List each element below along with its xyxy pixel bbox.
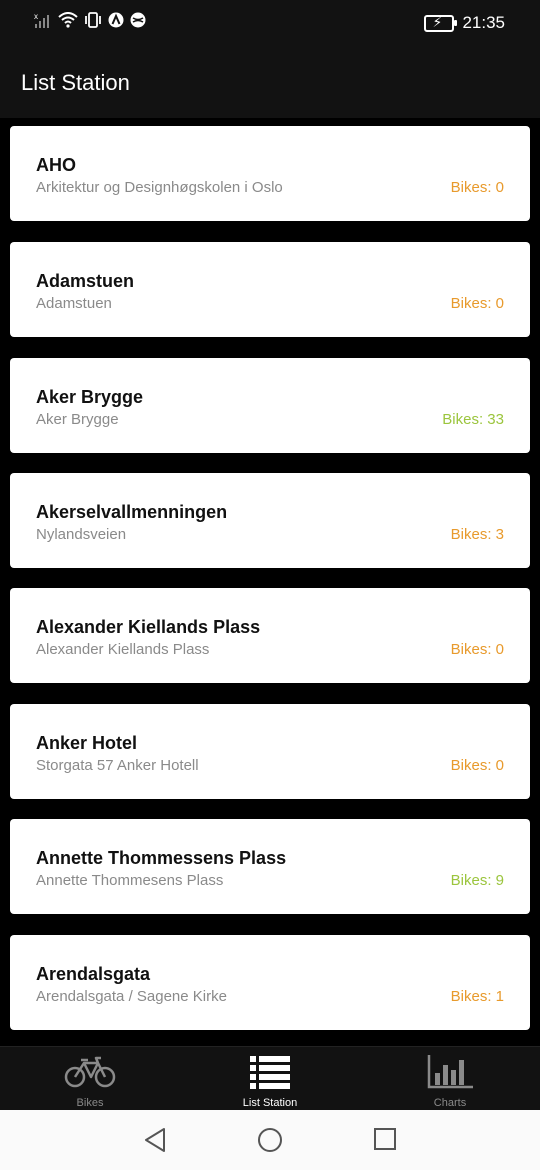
status-bar: x ⚡ 21:35 [0, 0, 540, 46]
station-address: Nylandsveien [36, 526, 127, 543]
station-name: Annette Thommessens Plass [36, 848, 287, 868]
back-icon[interactable] [143, 1127, 167, 1153]
recents-icon[interactable] [373, 1127, 397, 1151]
station-card[interactable]: Alexander Kiellands Plass Alexander Kiel… [10, 588, 530, 683]
nav-label: Charts [433, 1097, 467, 1109]
wifi-icon [58, 12, 78, 28]
system-nav-bar [0, 1110, 540, 1170]
bikes-count: Bikes: 0 [450, 179, 504, 196]
station-card[interactable]: AHO Arkitektur og Designhøgskolen i Oslo… [10, 126, 530, 221]
app-bar: List Station [0, 46, 540, 118]
bottom-nav: Bikes List Station Charts [0, 1046, 540, 1111]
station-card[interactable]: Arendalsgata Arendalsgata / Sagene Kirke… [10, 935, 530, 1030]
nav-tab-list-station[interactable]: List Station [180, 1047, 360, 1111]
station-card[interactable]: Adamstuen Adamstuen Bikes: 0 [10, 242, 530, 337]
battery-icon: ⚡ [424, 14, 458, 32]
station-name: AHO [36, 155, 76, 175]
clock: 21:35 [462, 13, 505, 32]
bikes-count: Bikes: 0 [450, 757, 504, 774]
svg-text:x: x [34, 12, 38, 21]
station-address: Alexander Kiellands Plass [36, 641, 210, 658]
bikes-count: Bikes: 1 [450, 988, 504, 1005]
bikes-count: Bikes: 3 [450, 526, 504, 543]
bikes-count: Bikes: 0 [450, 295, 504, 312]
bar-chart-icon [427, 1055, 473, 1089]
vibrate-icon [85, 12, 101, 28]
station-card[interactable]: Aker Brygge Aker Brygge Bikes: 33 [10, 358, 530, 453]
nav-label: Bikes [76, 1097, 104, 1109]
nav-label: List Station [242, 1097, 298, 1109]
bikes-count: Bikes: 33 [442, 411, 504, 428]
station-address: Arkitektur og Designhøgskolen i Oslo [36, 179, 283, 196]
station-address: Aker Brygge [36, 411, 119, 428]
station-name: Akerselvallmenningen [36, 502, 228, 522]
bikes-count: Bikes: 0 [450, 641, 504, 658]
nav-tab-bikes[interactable]: Bikes [0, 1047, 180, 1111]
station-address: Adamstuen [36, 295, 112, 312]
list-icon [250, 1056, 290, 1089]
station-card[interactable]: Anker Hotel Storgata 57 Anker Hotell Bik… [10, 704, 530, 799]
status-icons: x [34, 12, 146, 28]
app-icon-a [108, 12, 124, 28]
station-name: Anker Hotel [36, 733, 138, 753]
station-card[interactable]: Annette Thommessens Plass Annette Thomme… [10, 819, 530, 914]
signal-icon: x [34, 12, 49, 28]
station-name: Aker Brygge [36, 387, 144, 407]
bicycle-icon [64, 1056, 116, 1088]
app-icon-b [130, 12, 146, 28]
station-card[interactable]: Akerselvallmenningen Nylandsveien Bikes:… [10, 473, 530, 568]
nav-tab-charts[interactable]: Charts [360, 1047, 540, 1111]
status-right: ⚡ 21:35 [424, 13, 505, 33]
station-name: Alexander Kiellands Plass [36, 617, 261, 637]
station-name: Arendalsgata [36, 964, 151, 984]
station-address: Storgata 57 Anker Hotell [36, 757, 199, 774]
page-title: List Station [21, 70, 130, 95]
bikes-count: Bikes: 9 [450, 872, 504, 889]
station-name: Adamstuen [36, 271, 135, 291]
station-address: Annette Thommesens Plass [36, 872, 224, 889]
home-icon[interactable] [257, 1127, 283, 1153]
station-address: Arendalsgata / Sagene Kirke [36, 988, 227, 1005]
